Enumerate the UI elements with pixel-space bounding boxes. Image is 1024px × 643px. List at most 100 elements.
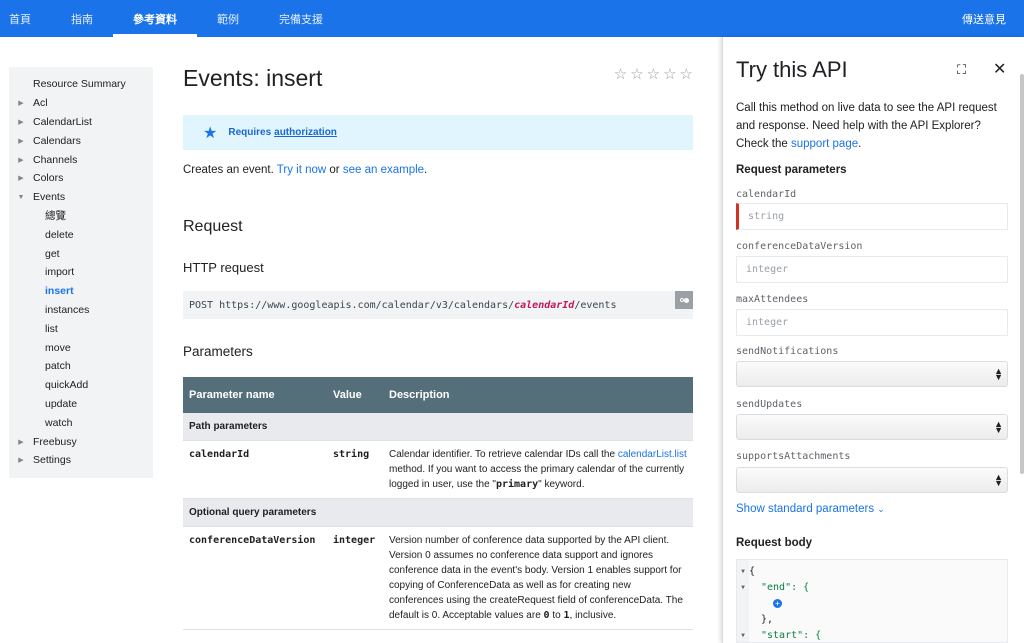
table-row: conferenceDataVersion integer Version nu… <box>183 526 693 630</box>
sidebar-item-update[interactable]: update <box>9 395 153 414</box>
sendupdates-select[interactable]: ▲ ▼ <box>736 414 1008 440</box>
sidebar-item-delete[interactable]: delete <box>9 225 153 244</box>
desc-text: to <box>552 610 561 621</box>
sidebar-item-insert[interactable]: insert <box>9 282 153 301</box>
code-line: { <box>749 565 756 577</box>
sidebar-item-overview[interactable]: 總覽 <box>9 207 153 226</box>
calendarlist-list-link[interactable]: calendarList.list <box>618 449 687 460</box>
sidebar-item-label: Acl <box>33 97 48 110</box>
field-label: sendNotifications <box>736 346 839 357</box>
sidebar-item-events[interactable]: ▼ Events <box>9 188 153 207</box>
desc-text: . <box>858 138 862 150</box>
sidebar-item-list[interactable]: list <box>9 319 153 338</box>
support-page-link[interactable]: support page <box>791 138 858 150</box>
fold-arrow-icon[interactable]: ▼ <box>737 568 749 575</box>
column-header: Value <box>327 377 383 413</box>
add-property-icon[interactable]: + <box>773 598 782 608</box>
chevron-right-icon: ▶ <box>18 438 24 446</box>
http-request-heading: HTTP request <box>183 260 264 275</box>
field-label: calendarId <box>736 189 797 200</box>
authorization-link[interactable]: authorization <box>274 127 337 138</box>
chevron-right-icon: ▶ <box>18 457 24 465</box>
tab-guides[interactable]: 指南 <box>51 0 113 37</box>
column-header: Description <box>383 377 693 413</box>
close-icon[interactable]: ✕ <box>993 59 1006 79</box>
desc-text: Calendar identifier. To retrieve calenda… <box>389 449 616 460</box>
code-line: "end": { <box>761 581 810 593</box>
param-name: calendarId <box>183 440 327 499</box>
section-label: Optional query parameters <box>183 498 693 527</box>
sidebar-item-patch[interactable]: patch <box>9 357 153 376</box>
desc-text: , inclusive. <box>569 610 617 621</box>
table-section-row: Path parameters <box>183 413 693 441</box>
request-body-heading: Request body <box>736 537 813 549</box>
tab-home[interactable]: 首頁 <box>0 0 51 37</box>
sidebar-item-label: list <box>45 322 58 335</box>
star-outline-icon[interactable]: ☆ <box>680 67 693 82</box>
panel-description: Call this method on live data to see the… <box>736 99 1006 153</box>
sidebar-item-quickadd[interactable]: quickAdd <box>9 376 153 395</box>
star-outline-icon[interactable]: ☆ <box>630 67 643 82</box>
param-description: Calendar identifier. To retrieve calenda… <box>383 440 693 499</box>
request-parameters-heading: Request parameters <box>736 164 847 176</box>
fold-arrow-icon[interactable]: ▼ <box>737 584 749 591</box>
http-url-suffix: /events <box>574 299 617 311</box>
calendarid-input[interactable]: string <box>736 203 1008 230</box>
star-outline-icon[interactable]: ☆ <box>647 67 660 82</box>
show-standard-parameters-button[interactable]: Show standard parameters ⌄ <box>736 503 885 515</box>
supportsattachments-select[interactable]: ▲ ▼ <box>736 467 1008 493</box>
send-feedback-button[interactable]: 傳送意見 <box>962 0 1024 37</box>
sidebar-item-label: CalendarList <box>33 115 92 128</box>
see-example-link[interactable]: see an example <box>343 164 424 176</box>
sidebar-item-colors[interactable]: ▶ Colors <box>9 169 153 188</box>
tab-support[interactable]: 完備支援 <box>259 0 343 37</box>
request-body-editor[interactable]: ▼{ ▼ "end": { + }, ▼ "start": { <box>736 559 1008 643</box>
chevron-right-icon: ▶ <box>18 175 24 183</box>
sidebar-item-import[interactable]: import <box>9 263 153 282</box>
http-url-prefix: POST https://www.googleapis.com/calendar… <box>189 299 515 311</box>
theme-toggle-icon[interactable] <box>675 291 693 309</box>
param-type: integer <box>327 526 383 630</box>
sidebar-item-channels[interactable]: ▶ Channels <box>9 150 153 169</box>
parameters-table: Parameter name Value Description Path pa… <box>183 377 693 630</box>
desc-text: . <box>424 164 428 176</box>
http-url-variable: calendarId <box>514 299 575 311</box>
select-arrows-icon: ▲ ▼ <box>994 419 1003 435</box>
sidebar-item-resource-summary[interactable]: Resource Summary <box>9 75 153 94</box>
param-description: Version number of conference data suppor… <box>383 526 693 630</box>
sidebar-item-calendars[interactable]: ▶ Calendars <box>9 131 153 150</box>
star-outline-icon[interactable]: ☆ <box>614 67 627 82</box>
field-label: supportsAttachments <box>736 451 851 462</box>
try-it-now-link[interactable]: Try it now <box>277 164 326 176</box>
star-icon: ★ <box>203 124 218 142</box>
maxattendees-input[interactable]: integer <box>736 309 1008 336</box>
sidebar-item-watch[interactable]: watch <box>9 413 153 432</box>
sidebar-item-calendarlist[interactable]: ▶ CalendarList <box>9 113 153 132</box>
fold-arrow-icon[interactable]: ▼ <box>737 632 749 639</box>
sidebar-nav: Resource Summary ▶ Acl ▶ CalendarList ▶ Cal… <box>9 67 153 478</box>
desc-text: Creates an event. <box>183 164 274 176</box>
rating-stars: ☆ ☆ ☆ ☆ ☆ <box>614 67 693 82</box>
desc-text: or <box>329 164 340 176</box>
sidebar-item-label: Resource Summary <box>33 78 126 91</box>
fullscreen-icon[interactable]: ⛶ <box>957 62 966 78</box>
column-header: Parameter name <box>183 377 327 413</box>
star-outline-icon[interactable]: ☆ <box>663 67 676 82</box>
sidebar-item-move[interactable]: move <box>9 338 153 357</box>
panel-scrollbar[interactable] <box>1020 74 1024 474</box>
sidebar-item-settings[interactable]: ▶ Settings <box>9 451 153 470</box>
tab-reference[interactable]: 參考資料 <box>113 0 197 37</box>
top-navigation: 首頁 指南 參考資料 範例 完備支援 傳送意見 <box>0 0 1024 37</box>
sidebar-item-label: Colors <box>33 172 64 185</box>
tab-samples[interactable]: 範例 <box>197 0 259 37</box>
desc-text: Version number of conference data suppor… <box>389 535 683 621</box>
sidebar-item-label: move <box>45 341 71 354</box>
param-type: string <box>327 440 383 499</box>
sidebar-item-get[interactable]: get <box>9 244 153 263</box>
sidebar-item-acl[interactable]: ▶ Acl <box>9 94 153 113</box>
sidebar-item-instances[interactable]: instances <box>9 301 153 320</box>
conferencedataversion-input[interactable]: integer <box>736 256 1008 283</box>
field-label: sendUpdates <box>736 399 803 410</box>
sidebar-item-freebusy[interactable]: ▶ Freebusy <box>9 432 153 451</box>
sendnotifications-select[interactable]: ▲ ▼ <box>736 361 1008 387</box>
